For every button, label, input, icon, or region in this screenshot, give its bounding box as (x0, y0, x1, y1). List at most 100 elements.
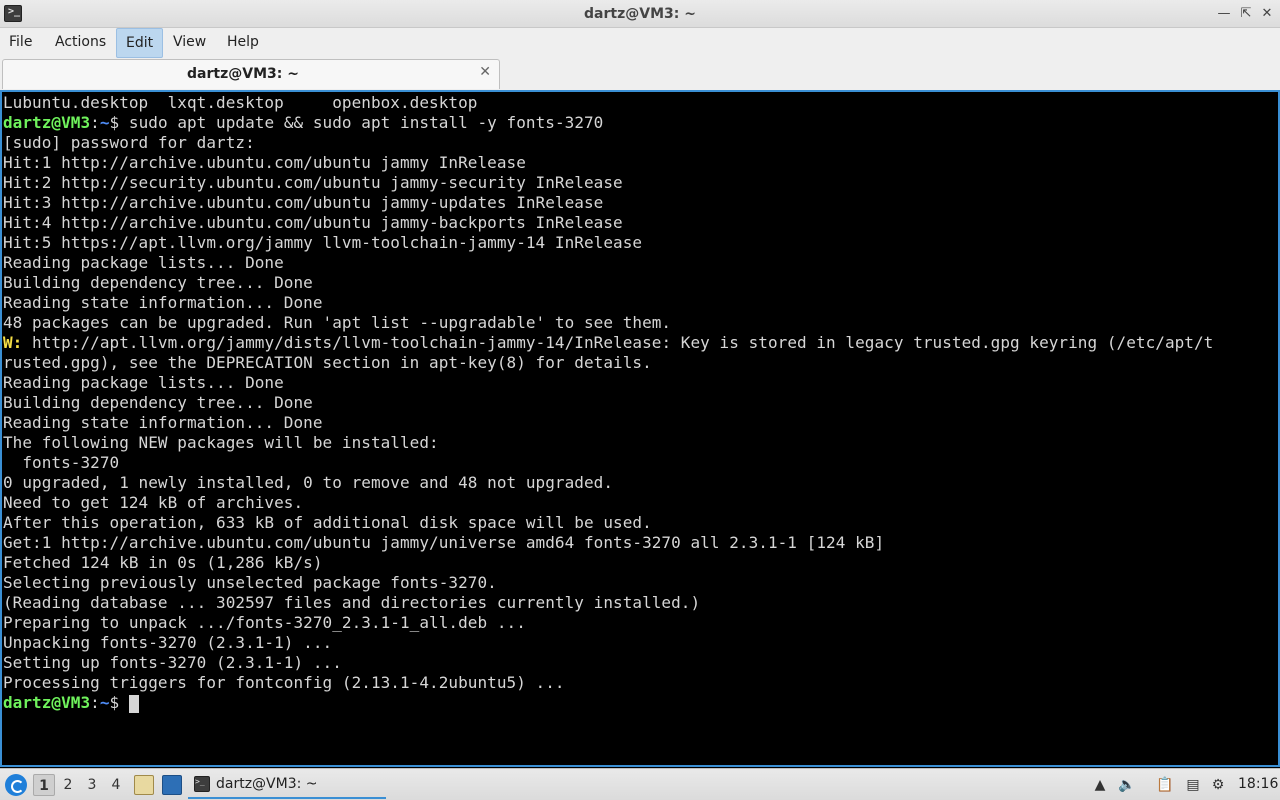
output-line: 48 packages can be upgraded. Run 'apt li… (3, 313, 1213, 333)
line-text: [sudo] password for dartz: (3, 133, 255, 152)
output-line: Hit:1 http://archive.ubuntu.com/ubuntu j… (3, 153, 1213, 173)
output-line: Preparing to unpack .../fonts-3270_2.3.1… (3, 613, 1213, 633)
close-icon[interactable]: ✕ (1257, 4, 1277, 24)
output-line: Reading state information... Done (3, 293, 1213, 313)
output-line: Need to get 124 kB of archives. (3, 493, 1213, 513)
taskbar-task-terminal[interactable]: >_ dartz@VM3: ~ (188, 771, 386, 799)
window-titlebar: >_ dartz@VM3: ~ — ⇱ ✕ (0, 0, 1280, 28)
workspace-2[interactable]: 2 (57, 774, 79, 796)
update-notifier-icon[interactable]: ⚙ (1208, 775, 1228, 795)
tab-close-icon[interactable]: ✕ (479, 64, 491, 80)
output-line: Reading package lists... Done (3, 253, 1213, 273)
file-manager-icon[interactable] (134, 775, 154, 795)
line-text: Building dependency tree... Done (3, 393, 313, 412)
prompt-path: ~ (99, 113, 110, 132)
warning-prefix: W: (3, 333, 23, 352)
line-text: http://apt.llvm.org/jammy/dists/llvm-too… (22, 333, 1214, 352)
output-line: [sudo] password for dartz: (3, 133, 1213, 153)
line-text: Unpacking fonts-3270 (2.3.1-1) ... (3, 633, 333, 652)
line-text: 0 upgraded, 1 newly installed, 0 to remo… (3, 473, 614, 492)
prompt-user: dartz@VM3 (3, 113, 91, 132)
output-line: W: http://apt.llvm.org/jammy/dists/llvm-… (3, 333, 1213, 353)
line-text: Processing triggers for fontconfig (2.13… (3, 673, 565, 692)
output-line: (Reading database ... 302597 files and d… (3, 593, 1213, 613)
output-line: Get:1 http://archive.ubuntu.com/ubuntu j… (3, 533, 1213, 553)
prompt-symbol: $ (109, 693, 129, 712)
output-line: Reading state information... Done (3, 413, 1213, 433)
menu-file[interactable]: File (0, 28, 41, 58)
line-text: Get:1 http://archive.ubuntu.com/ubuntu j… (3, 533, 885, 552)
output-line: fonts-3270 (3, 453, 1213, 473)
prompt-separator: : (90, 693, 100, 712)
terminal-view[interactable]: Lubuntu.desktop lxqt.desktop openbox.des… (0, 90, 1280, 767)
output-line: Setting up fonts-3270 (2.3.1-1) ... (3, 653, 1213, 673)
menu-bar: File Actions Edit View Help (0, 28, 1280, 58)
output-line: Building dependency tree... Done (3, 393, 1213, 413)
prompt-user: dartz@VM3 (3, 693, 91, 712)
maximize-icon[interactable]: ⇱ (1236, 4, 1256, 24)
line-text: After this operation, 633 kB of addition… (3, 513, 652, 532)
line-text: Hit:1 http://archive.ubuntu.com/ubuntu j… (3, 153, 526, 172)
output-line: Selecting previously unselected package … (3, 573, 1213, 593)
output-line: Hit:2 http://security.ubuntu.com/ubuntu … (3, 173, 1213, 193)
prompt-path: ~ (99, 693, 110, 712)
line-text: Fetched 124 kB in 0s (1,286 kB/s) (3, 553, 323, 572)
prompt-symbol: $ (109, 113, 129, 132)
line-text: Preparing to unpack .../fonts-3270_2.3.1… (3, 613, 526, 632)
terminal-task-icon: >_ (194, 776, 210, 792)
line-text: Reading package lists... Done (3, 373, 284, 392)
menu-edit[interactable]: Edit (116, 28, 164, 58)
output-line: Building dependency tree... Done (3, 273, 1213, 293)
show-desktop-icon[interactable] (162, 775, 182, 795)
line-text: Reading state information... Done (3, 413, 323, 432)
scroll-up-icon[interactable]: ▲ (1090, 775, 1110, 795)
line-text: Setting up fonts-3270 (2.3.1-1) ... (3, 653, 342, 672)
line-text: sudo apt update && sudo apt install -y f… (128, 113, 604, 132)
prompt-line: dartz@VM3:~$ sudo apt update && sudo apt… (3, 113, 1213, 133)
menu-actions[interactable]: Actions (46, 28, 115, 58)
output-line: rusted.gpg), see the DEPRECATION section… (3, 353, 1213, 373)
network-icon[interactable]: ▤ (1183, 775, 1203, 795)
terminal-output: Lubuntu.desktop lxqt.desktop openbox.des… (3, 93, 1213, 713)
output-line: Reading package lists... Done (3, 373, 1213, 393)
output-line: Hit:4 http://archive.ubuntu.com/ubuntu j… (3, 213, 1213, 233)
window-title: dartz@VM3: ~ (584, 6, 696, 22)
menu-view[interactable]: View (164, 28, 215, 58)
volume-icon[interactable]: 🔈 (1117, 775, 1137, 795)
line-text: Selecting previously unselected package … (3, 573, 497, 592)
output-line: Processing triggers for fontconfig (2.13… (3, 673, 1213, 693)
terminal-tab[interactable]: dartz@VM3: ~ ✕ (2, 59, 500, 89)
menu-help[interactable]: Help (218, 28, 268, 58)
workspace-4[interactable]: 4 (105, 774, 127, 796)
line-text: Hit:4 http://archive.ubuntu.com/ubuntu j… (3, 213, 623, 232)
line-text: Lubuntu.desktop lxqt.desktop openbox.des… (3, 93, 478, 112)
output-line: 0 upgraded, 1 newly installed, 0 to remo… (3, 473, 1213, 493)
start-menu-icon[interactable] (5, 774, 27, 796)
line-text: (Reading database ... 302597 files and d… (3, 593, 701, 612)
line-text: Need to get 124 kB of archives. (3, 493, 304, 512)
clipboard-icon[interactable]: 📋 (1155, 775, 1175, 795)
line-text: Hit:3 http://archive.ubuntu.com/ubuntu j… (3, 193, 604, 212)
prompt-line: dartz@VM3:~$ (3, 693, 1213, 713)
output-line: After this operation, 633 kB of addition… (3, 513, 1213, 533)
clock[interactable]: 18:16 (1238, 776, 1278, 792)
tab-label: dartz@VM3: ~ (187, 66, 299, 82)
output-line: Hit:3 http://archive.ubuntu.com/ubuntu j… (3, 193, 1213, 213)
minimize-icon[interactable]: — (1214, 4, 1234, 24)
output-line: Unpacking fonts-3270 (2.3.1-1) ... (3, 633, 1213, 653)
output-line: The following NEW packages will be insta… (3, 433, 1213, 453)
task-label: dartz@VM3: ~ (216, 776, 318, 792)
line-text: 48 packages can be upgraded. Run 'apt li… (3, 313, 672, 332)
line-text: Hit:5 https://apt.llvm.org/jammy llvm-to… (3, 233, 643, 252)
line-text: Reading package lists... Done (3, 253, 284, 272)
output-line: Fetched 124 kB in 0s (1,286 kB/s) (3, 553, 1213, 573)
line-text: rusted.gpg), see the DEPRECATION section… (3, 353, 652, 372)
line-text: Hit:2 http://security.ubuntu.com/ubuntu … (3, 173, 623, 192)
line-text: The following NEW packages will be insta… (3, 433, 439, 452)
line-text: fonts-3270 (3, 453, 120, 472)
workspace-3[interactable]: 3 (81, 774, 103, 796)
workspace-1[interactable]: 1 (33, 774, 55, 796)
output-line: Lubuntu.desktop lxqt.desktop openbox.des… (3, 93, 1213, 113)
output-line: Hit:5 https://apt.llvm.org/jammy llvm-to… (3, 233, 1213, 253)
line-text: Reading state information... Done (3, 293, 323, 312)
